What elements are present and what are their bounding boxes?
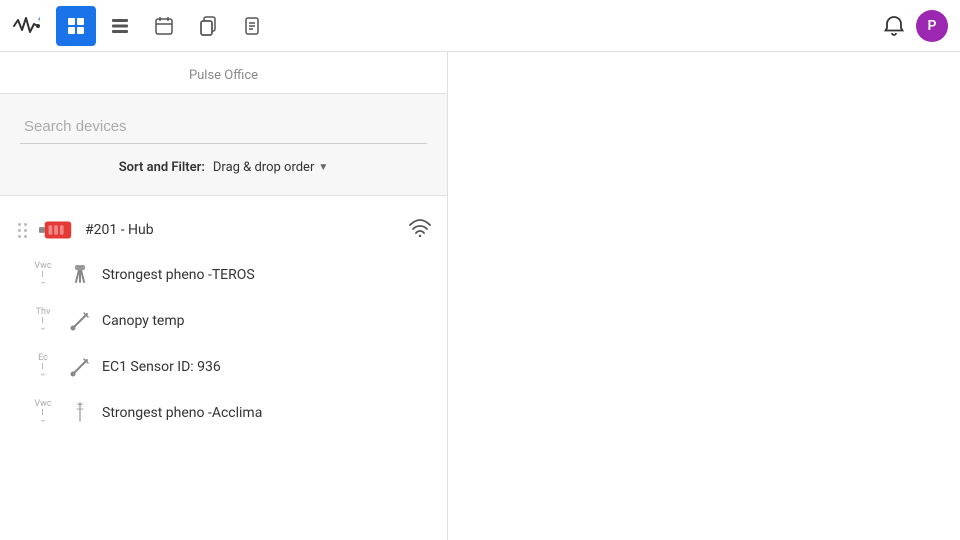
- wifi-icon: [409, 219, 431, 242]
- search-area: Sort and Filter: Drag & drop order ▼: [0, 94, 447, 196]
- hub-label: #201 - Hub: [85, 222, 399, 238]
- sensor-item[interactable]: Ec › EC1 Sensor ID: 936: [0, 344, 447, 390]
- sensor-connector-2: Ec ›: [28, 354, 58, 380]
- panel-header: Pulse Office: [0, 52, 447, 94]
- sensor-icon-3: [68, 401, 92, 425]
- drag-handle[interactable]: [16, 221, 29, 240]
- sensor-name-2: EC1 Sensor ID: 936: [102, 359, 431, 375]
- search-wrapper: [20, 110, 427, 144]
- sensor-icon-1: [68, 309, 92, 333]
- main-layout: Pulse Office Sort and Filter: Drag & dro…: [0, 52, 960, 540]
- sort-filter-dropdown[interactable]: Drag & drop order ▼: [213, 160, 328, 175]
- right-panel: [448, 52, 960, 540]
- hub-item[interactable]: #201 - Hub: [0, 208, 447, 252]
- nav-document-button[interactable]: [232, 6, 272, 46]
- chevron-down-icon: ▼: [318, 162, 328, 173]
- sort-filter-row: Sort and Filter: Drag & drop order ▼: [20, 160, 427, 175]
- sensor-item[interactable]: Thv › Canopy temp: [0, 298, 447, 344]
- sensor-icon-0: [68, 263, 92, 287]
- nav-list-button[interactable]: [100, 6, 140, 46]
- hub-device-icon: [39, 218, 75, 242]
- sensor-connector-1: Thv ›: [28, 308, 58, 334]
- nav-copy-button[interactable]: [188, 6, 228, 46]
- navbar: +: [0, 0, 960, 52]
- nav-dashboard-button[interactable]: [56, 6, 96, 46]
- sensor-connector-0: Vwc ›: [28, 262, 58, 288]
- sensor-connector-3: Vwc ›: [28, 400, 58, 426]
- sort-filter-label: Sort and Filter:: [119, 160, 205, 175]
- app-logo[interactable]: +: [12, 12, 40, 40]
- left-panel: Pulse Office Sort and Filter: Drag & dro…: [0, 52, 448, 540]
- user-avatar[interactable]: P: [916, 10, 948, 42]
- devices-list: #201 - Hub Vwc ›: [0, 196, 447, 448]
- search-input[interactable]: [20, 110, 427, 144]
- svg-text:+: +: [38, 15, 40, 24]
- sensor-item[interactable]: Vwc › Strongest pheno -TEROS: [0, 252, 447, 298]
- sort-filter-value: Drag & drop order: [213, 160, 314, 175]
- sensor-name-0: Strongest pheno -TEROS: [102, 267, 431, 283]
- notifications-bell[interactable]: [876, 8, 912, 44]
- sensor-name-1: Canopy temp: [102, 313, 431, 329]
- sensor-name-3: Strongest pheno -Acclima: [102, 405, 431, 421]
- nav-calendar-button[interactable]: [144, 6, 184, 46]
- sensor-icon-2: [68, 355, 92, 379]
- sensor-item[interactable]: Vwc › Strongest pheno -Acclima: [0, 390, 447, 436]
